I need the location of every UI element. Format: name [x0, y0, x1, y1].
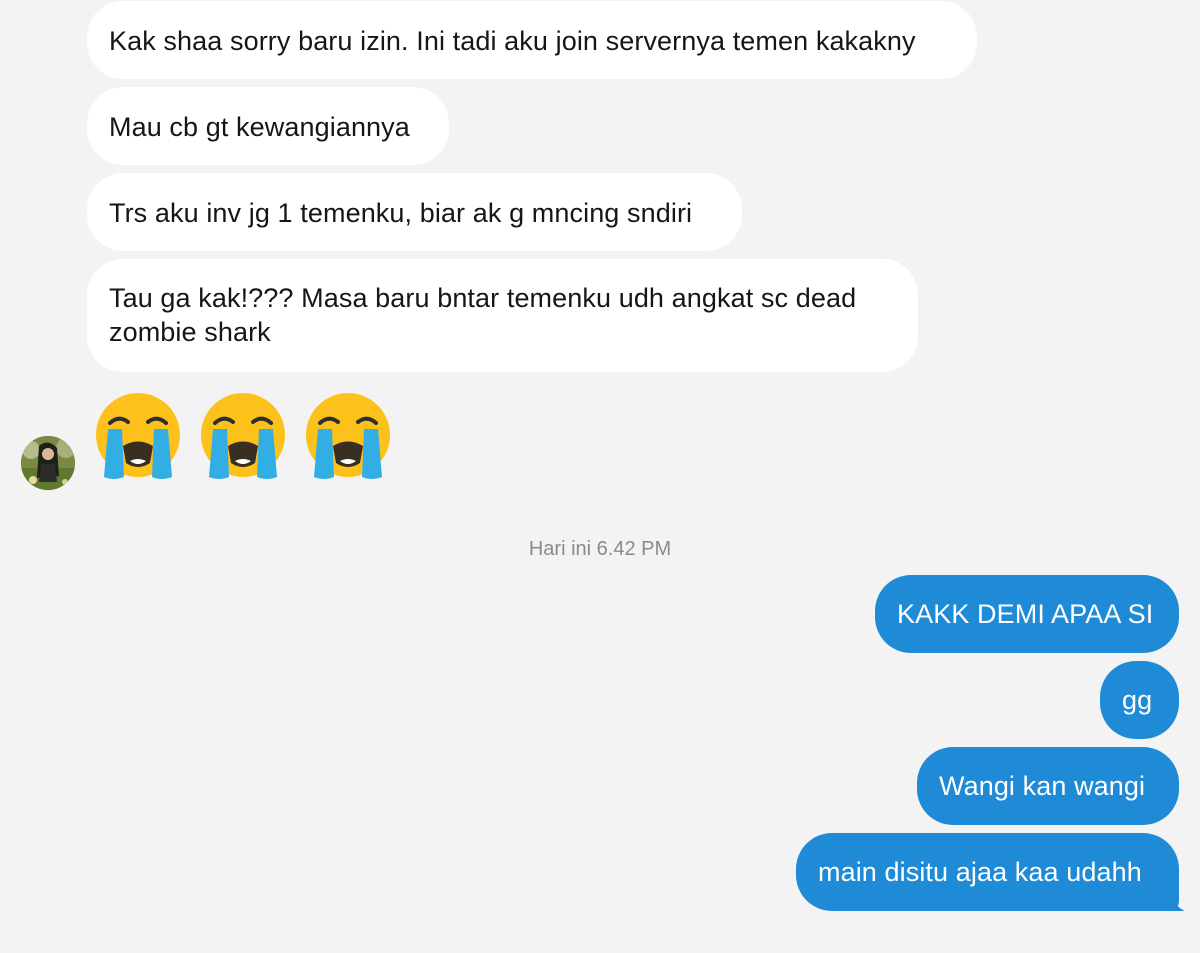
contact-avatar[interactable]	[21, 436, 75, 490]
incoming-message-text: Kak shaa sorry baru izin. Ini tadi aku j…	[109, 26, 916, 56]
outgoing-message-text: KAKK DEMI APAA SI	[897, 599, 1154, 629]
outgoing-message-text: main disitu ajaa kaa udahh	[818, 857, 1142, 887]
incoming-message-text: Tau ga kak!??? Masa baru bntar temenku u…	[109, 283, 857, 347]
outgoing-message-text: gg	[1122, 685, 1153, 715]
bubble-tail-icon	[1165, 890, 1185, 911]
message-timestamp: Hari ini 6.42 PM	[528, 538, 672, 560]
outgoing-message-bubble[interactable]: Wangi kan wangi	[917, 747, 1179, 825]
crying-face-emoji-icon	[96, 393, 180, 479]
crying-face-emoji-icon	[201, 393, 285, 479]
incoming-message-bubble[interactable]: Kak shaa sorry baru izin. Ini tadi aku j…	[87, 1, 977, 79]
crying-face-emoji-icon	[306, 393, 390, 479]
outgoing-message-bubble[interactable]: KAKK DEMI APAA SI	[875, 575, 1179, 653]
incoming-message-bubble[interactable]: Tau ga kak!??? Masa baru bntar temenku u…	[87, 259, 918, 372]
outgoing-message-bubble[interactable]: main disitu ajaa kaa udahh	[796, 833, 1179, 911]
chat-screen: Kak shaa sorry baru izin. Ini tadi aku j…	[0, 0, 1200, 953]
outgoing-message-text: Wangi kan wangi	[939, 771, 1146, 801]
outgoing-message-bubble[interactable]: gg	[1100, 661, 1179, 739]
incoming-message-bubble[interactable]: Trs aku inv jg 1 temenku, biar ak g mnci…	[87, 173, 742, 251]
incoming-message-text: Mau cb gt kewangiannya	[109, 112, 410, 142]
incoming-message-bubble[interactable]: Mau cb gt kewangiannya	[87, 87, 449, 165]
incoming-message-text: Trs aku inv jg 1 temenku, biar ak g mnci…	[109, 198, 693, 228]
avatar-image	[21, 436, 75, 490]
